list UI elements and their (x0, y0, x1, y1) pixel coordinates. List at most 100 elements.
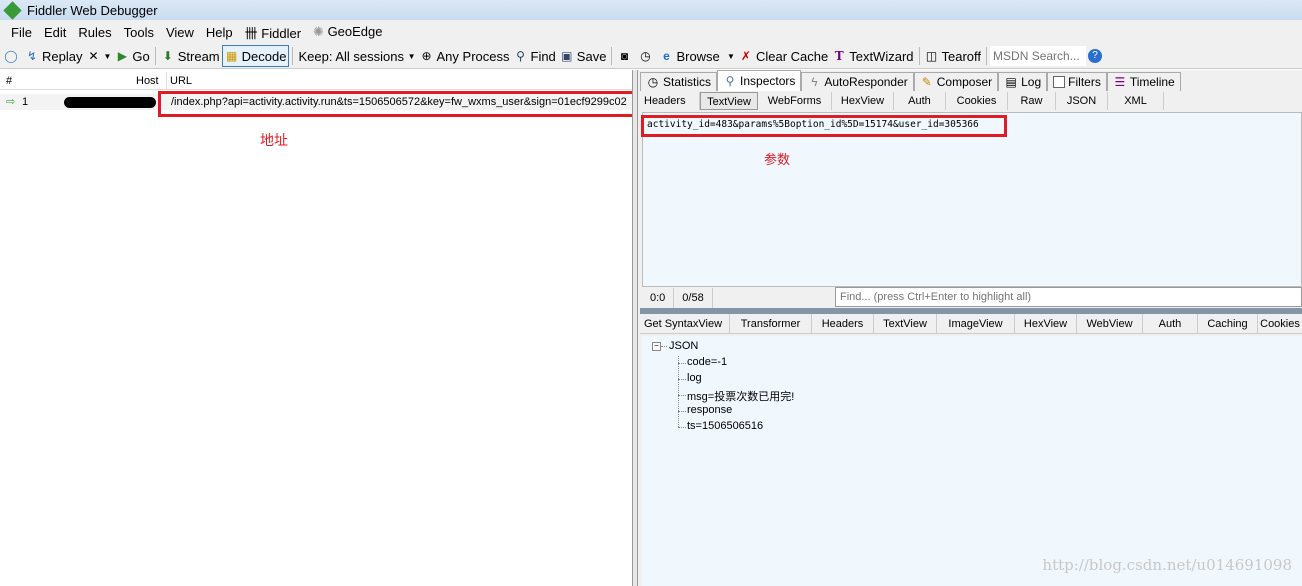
save-label: Save (576, 48, 607, 64)
help-button[interactable]: ? (1086, 45, 1107, 67)
tearoff-label: Tearoff (941, 48, 982, 64)
remove-button[interactable]: ✕ ▼ (84, 45, 113, 67)
req-tab-webforms[interactable]: WebForms (758, 92, 832, 110)
stopwatch-icon: ◷ (647, 75, 659, 89)
clear-cache-button[interactable]: ✗ Clear Cache (737, 45, 830, 67)
binoculars-icon: ⚲ (516, 49, 525, 63)
tab-log[interactable]: ▤ Log (998, 72, 1048, 91)
column-host[interactable]: Host (136, 75, 159, 87)
request-tabs: Headers TextView WebForms HexView Auth C… (640, 92, 1164, 110)
tree-node[interactable]: ts=1506506516 (687, 420, 763, 432)
collapse-icon[interactable]: − (652, 342, 661, 351)
browse-button[interactable]: e Browse ▼ (657, 45, 737, 67)
menu-rules[interactable]: Rules (72, 25, 117, 40)
menu-tools[interactable]: Tools (118, 25, 160, 40)
req-tab-xml[interactable]: XML (1108, 92, 1164, 110)
tab-timeline[interactable]: ☰ Timeline (1106, 72, 1181, 91)
decode-label: Decode (241, 48, 287, 64)
req-tab-hexview[interactable]: HexView (832, 92, 894, 110)
menu-view[interactable]: View (160, 25, 200, 40)
resp-tab-caching[interactable]: Caching (1198, 314, 1258, 334)
tree-node[interactable]: msg=投票次数已用完! (687, 388, 794, 404)
screenshot-button[interactable]: ◙ (615, 45, 636, 67)
keep-label: Keep: All sessions (298, 48, 404, 64)
timeline-icon: ☰ (1114, 75, 1126, 89)
menu-fiddler[interactable]: 卌 Fiddler (239, 23, 307, 42)
crosshair-icon: ⊕ (421, 49, 432, 63)
decode-button[interactable]: ▦ Decode (221, 45, 290, 67)
column-url[interactable]: URL (170, 75, 192, 87)
decode-icon: ▦ (225, 49, 238, 63)
textwizard-icon: T (834, 49, 844, 63)
response-arrow-icon: ⇨ (6, 96, 16, 108)
req-tab-raw[interactable]: Raw (1008, 92, 1056, 110)
resp-tab-cookies[interactable]: Cookies (1258, 314, 1302, 334)
play-icon: ▶ (117, 49, 127, 63)
msdn-search-input[interactable] (990, 46, 1087, 66)
dropdown-icon: ▼ (103, 51, 112, 61)
browse-label: Browse (676, 48, 720, 64)
cursor-position: 0:0 (642, 288, 675, 308)
resp-tab-webview[interactable]: WebView (1077, 314, 1143, 334)
save-icon: ▣ (561, 49, 573, 63)
column-number[interactable]: # (6, 75, 12, 87)
req-tab-auth[interactable]: Auth (894, 92, 946, 110)
tab-inspectors[interactable]: ⚲ Inspectors (717, 70, 802, 91)
dropdown-icon: ▼ (727, 51, 735, 61)
req-tab-textview[interactable]: TextView (700, 92, 758, 110)
resp-tab-textview[interactable]: TextView (874, 314, 937, 334)
resp-tab-transformer[interactable]: Transformer (730, 314, 812, 334)
ie-icon: e (663, 49, 670, 63)
any-process-button[interactable]: ⊕ Any Process (418, 45, 512, 67)
request-body-textarea[interactable]: activity_id=483&params%5Boption_id%5D=15… (642, 112, 1302, 287)
clear-cache-label: Clear Cache (755, 48, 829, 64)
menu-geoedge[interactable]: ✺ GeoEdge (307, 24, 388, 40)
resp-tab-auth[interactable]: Auth (1143, 314, 1198, 334)
replay-button[interactable]: ↯ Replay (23, 45, 84, 67)
tearoff-button[interactable]: ◫ Tearoff (923, 45, 984, 67)
resp-tab-hexview[interactable]: HexView (1015, 314, 1077, 334)
stream-label: Stream (177, 48, 220, 64)
tree-node[interactable]: log (687, 372, 702, 384)
checkbox-icon (1053, 76, 1066, 88)
json-tree: − JSON code=-1 log msg=投票次数已用完! response… (642, 336, 1302, 586)
find-input[interactable] (835, 287, 1302, 307)
session-number: 1 (22, 96, 29, 108)
tab-statistics[interactable]: ◷ Statistics (640, 72, 718, 91)
find-button[interactable]: ⚲ Find (512, 45, 558, 67)
lightning-icon: ϟ (811, 75, 818, 89)
menu-file[interactable]: File (5, 25, 38, 40)
camera-icon: ◙ (620, 49, 629, 63)
tab-composer[interactable]: ✎ Composer (913, 72, 999, 91)
tree-root-json[interactable]: JSON (669, 340, 698, 352)
comment-button[interactable]: ◯ (2, 45, 23, 67)
timer-button[interactable]: ◷ (636, 45, 657, 67)
geoedge-icon: ✺ (313, 24, 328, 39)
textwizard-button[interactable]: T TextWizard (830, 45, 915, 67)
tab-filters[interactable]: Filters (1047, 72, 1107, 91)
save-button[interactable]: ▣ Save (558, 45, 609, 67)
tab-label: Inspectors (740, 74, 796, 88)
keep-sessions-dropdown[interactable]: Keep: All sessions ▼ (296, 45, 417, 67)
menu-edit[interactable]: Edit (38, 25, 72, 40)
req-tab-cookies[interactable]: Cookies (946, 92, 1008, 110)
stream-button[interactable]: ⬇ Stream (159, 45, 222, 67)
resp-tab-imageview[interactable]: ImageView (937, 314, 1015, 334)
resp-tab-headers[interactable]: Headers (812, 314, 874, 334)
fiddler-logo-icon (3, 0, 22, 20)
tab-label: Statistics (663, 75, 712, 89)
go-button[interactable]: ▶ Go (113, 45, 151, 67)
pencil-icon: ✎ (921, 75, 932, 89)
tree-node[interactable]: code=-1 (687, 356, 727, 368)
replay-icon: ↯ (26, 49, 38, 63)
x-icon: ✕ (88, 49, 99, 63)
char-count: 0/58 (674, 288, 713, 308)
title-bar: Fiddler Web Debugger (0, 0, 1302, 20)
req-tab-json[interactable]: JSON (1056, 92, 1108, 110)
req-tab-headers[interactable]: Headers (640, 92, 700, 110)
resp-tab-syntaxview[interactable]: Get SyntaxView (640, 314, 730, 334)
tab-autoresponder[interactable]: ϟ AutoResponder (801, 72, 914, 91)
replay-label: Replay (42, 48, 83, 64)
menu-help[interactable]: Help (200, 25, 239, 40)
tree-node[interactable]: response (687, 404, 732, 416)
